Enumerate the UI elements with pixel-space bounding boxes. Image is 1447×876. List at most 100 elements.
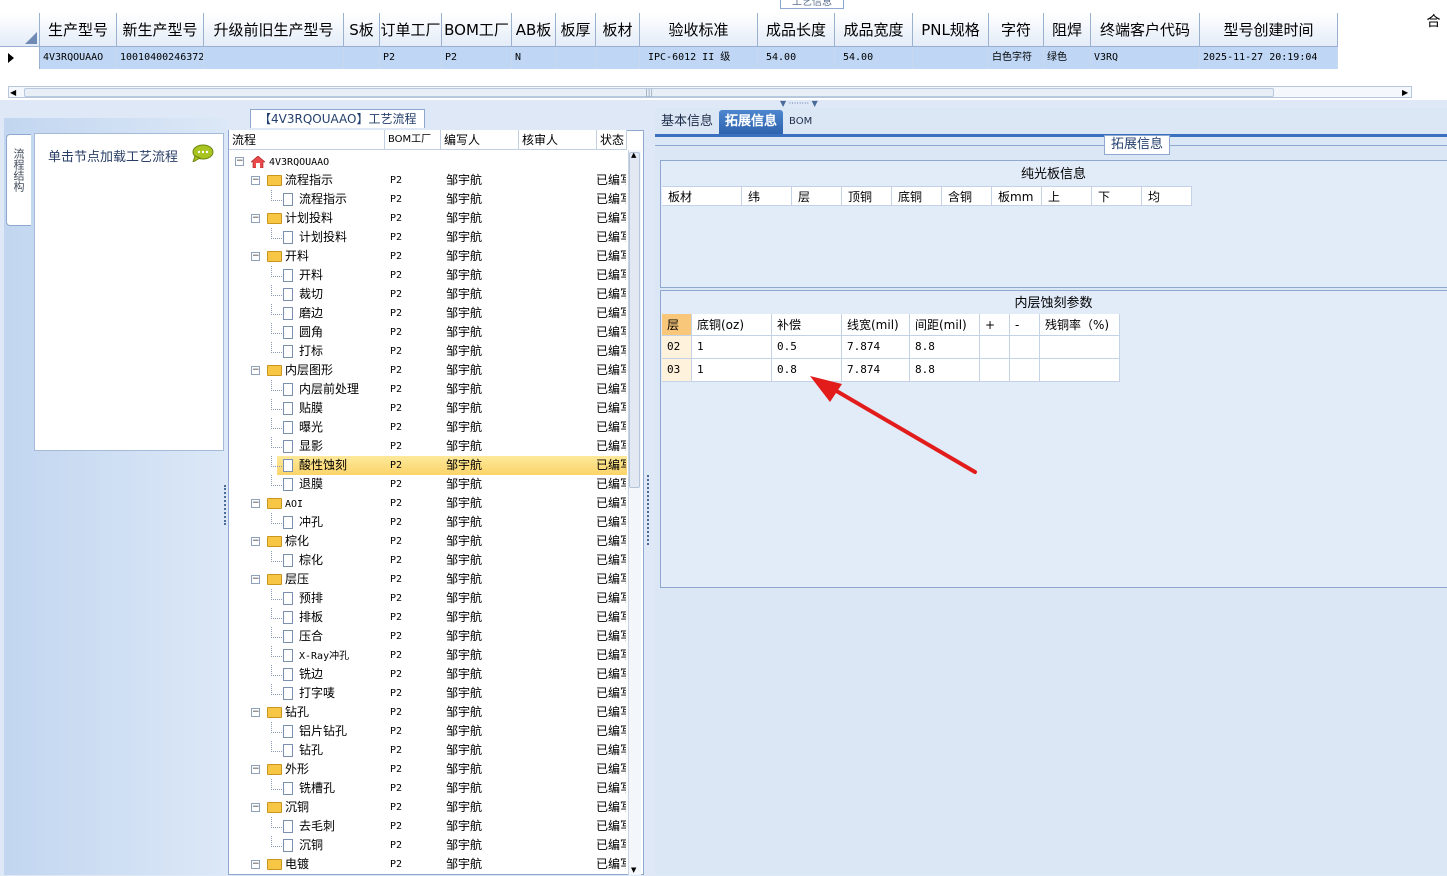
grid-cell[interactable]: 4V3RQOUAAO <box>40 47 117 69</box>
grid-cell[interactable]: 54.00 <box>835 47 913 69</box>
tree-node[interactable]: 显影 P2 邹宇航 已编写 <box>229 437 627 456</box>
collapse-icon[interactable]: − <box>235 157 244 166</box>
collapse-icon[interactable]: − <box>251 537 260 546</box>
grid-cell[interactable]: 2025-11-27 20:19:04 <box>1200 47 1338 69</box>
collapse-icon[interactable]: − <box>251 803 260 812</box>
grid-cell[interactable] <box>204 47 344 69</box>
inner-etch-cell[interactable]: 7.874 <box>842 336 910 359</box>
inner-etch-cell[interactable] <box>980 336 1010 359</box>
inner-etch-cell[interactable] <box>1010 359 1040 382</box>
inner-etch-column[interactable]: 底铜(oz) <box>692 314 772 336</box>
tree-node[interactable]: 磨边 P2 邹宇航 已编写 <box>229 304 627 323</box>
tree-column-header[interactable]: 流程 <box>229 130 385 150</box>
tree-node[interactable]: − 流程指示 P2 邹宇航 已编写 <box>229 171 627 190</box>
horizontal-splitter[interactable] <box>0 100 1447 108</box>
tree-node[interactable]: − AOI P2 邹宇航 已编写 <box>229 494 627 513</box>
tree-node[interactable]: 预排 P2 邹宇航 已编写 <box>229 589 627 608</box>
tab-2[interactable]: BOM <box>783 110 818 134</box>
grid-cell[interactable]: P2 <box>442 47 512 69</box>
tree-node[interactable]: − 棕化 P2 邹宇航 已编写 <box>229 532 627 551</box>
tree-node[interactable]: 排板 P2 邹宇航 已编写 <box>229 608 627 627</box>
column-header[interactable]: 订单工厂 <box>380 13 442 47</box>
tree-column-header[interactable]: BOM工厂 <box>385 130 441 150</box>
tree-column-header[interactable]: 核审人 <box>519 130 597 150</box>
tab-0[interactable]: 基本信息 <box>655 110 719 134</box>
grid-cell[interactable]: 10010400246372 <box>117 47 204 69</box>
inner-etch-column[interactable]: 补偿 <box>772 314 842 336</box>
column-header[interactable]: 型号创建时间 <box>1200 13 1338 47</box>
tree-node[interactable]: 打标 P2 邹宇航 已编写 <box>229 342 627 361</box>
column-header[interactable]: 成品宽度 <box>835 13 913 47</box>
pure-board-column[interactable]: 顶铜 <box>842 186 892 206</box>
tree-node[interactable]: 裁切 P2 邹宇航 已编写 <box>229 285 627 304</box>
pure-board-column[interactable]: 均 <box>1142 186 1192 206</box>
grid-cell[interactable]: 绿色 <box>1044 47 1091 69</box>
tree-node[interactable]: − 外形 P2 邹宇航 已编写 <box>229 760 627 779</box>
scroll-up-arrow-icon[interactable]: ▲ <box>631 151 636 159</box>
pure-board-column[interactable]: 板mm <box>992 186 1042 206</box>
column-header[interactable]: AB板 <box>512 13 556 47</box>
tree-node[interactable]: − 沉铜 P2 邹宇航 已编写 <box>229 798 627 817</box>
tree-root[interactable]: − 4V3RQOUAAO <box>229 152 627 171</box>
column-header[interactable]: PNL规格 <box>913 13 989 47</box>
collapse-icon[interactable]: − <box>251 860 260 869</box>
pure-board-column[interactable]: 底铜 <box>892 186 942 206</box>
inner-etch-column[interactable]: - <box>1010 314 1040 336</box>
inner-etch-column[interactable]: 层 <box>662 314 692 336</box>
column-header[interactable]: 板厚 <box>556 13 596 47</box>
tree-column-header[interactable]: 编写人 <box>441 130 519 150</box>
column-header[interactable]: 新生产型号 <box>117 13 204 47</box>
tree-node[interactable]: 退膜 P2 邹宇航 已编写 <box>229 475 627 494</box>
scroll-down-arrow-icon[interactable]: ▼ <box>631 866 636 874</box>
tree-column-header[interactable]: 状态 <box>597 130 627 150</box>
grid-cell[interactable]: IPC-6012 II 级 <box>640 47 758 69</box>
tree-node[interactable]: − 计划投料 P2 邹宇航 已编写 <box>229 209 627 228</box>
grid-cell[interactable] <box>913 47 989 69</box>
column-header[interactable]: 阻焊 <box>1044 13 1091 47</box>
tree-node[interactable]: − 电镀 P2 邹宇航 已编写 <box>229 855 627 874</box>
tree-node[interactable]: 沉铜 P2 邹宇航 已编写 <box>229 836 627 855</box>
inner-etch-cell[interactable] <box>980 359 1010 382</box>
inner-etch-cell[interactable]: 1 <box>692 336 772 359</box>
tree-node[interactable]: 压合 P2 邹宇航 已编写 <box>229 627 627 646</box>
pure-board-column[interactable]: 含铜 <box>942 186 992 206</box>
inner-etch-cell[interactable]: 03 <box>662 359 692 382</box>
column-header[interactable]: 字符 <box>989 13 1044 47</box>
inner-etch-column[interactable]: 线宽(mil) <box>842 314 910 336</box>
column-header[interactable]: 板材 <box>596 13 640 47</box>
grid-cell[interactable] <box>344 47 380 69</box>
inner-etch-column[interactable]: 残铜率（%) <box>1040 314 1120 336</box>
inner-etch-cell[interactable]: 8.8 <box>910 336 980 359</box>
column-header[interactable]: 成品长度 <box>758 13 835 47</box>
column-header[interactable]: 验收标准 <box>640 13 758 47</box>
pure-board-column[interactable]: 层 <box>792 186 842 206</box>
column-header[interactable]: 终端客户代码 <box>1091 13 1200 47</box>
column-header[interactable]: 生产型号 <box>40 13 117 47</box>
collapse-icon[interactable]: − <box>251 765 260 774</box>
grid-cell[interactable]: 54.00 <box>758 47 835 69</box>
grid-cell[interactable]: 白色字符 <box>989 47 1044 69</box>
collapse-icon[interactable]: − <box>251 176 260 185</box>
column-header[interactable]: S板 <box>344 13 380 47</box>
grid-cell[interactable] <box>596 47 640 69</box>
load-hint-text[interactable]: 单击节点加载工艺流程 <box>48 146 178 165</box>
inner-etch-cell[interactable] <box>1040 336 1120 359</box>
scroll-right-arrow-icon[interactable]: ▶ <box>1402 88 1408 97</box>
inner-etch-row[interactable]: 02 1 0.5 7.874 8.8 <box>662 336 1120 359</box>
collapse-icon[interactable]: − <box>251 708 260 717</box>
grid-cell[interactable]: N <box>512 47 556 69</box>
tree-node[interactable]: 曝光 P2 邹宇航 已编写 <box>229 418 627 437</box>
tree-node[interactable]: − 内层图形 P2 邹宇航 已编写 <box>229 361 627 380</box>
scroll-left-arrow-icon[interactable]: ◀ <box>10 88 16 97</box>
tree-node[interactable]: X-Ray冲孔 P2 邹宇航 已编写 <box>229 646 627 665</box>
tree-node[interactable]: 计划投料 P2 邹宇航 已编写 <box>229 228 627 247</box>
tree-node[interactable]: 钻孔 P2 邹宇航 已编写 <box>229 741 627 760</box>
tree-node[interactable]: 开料 P2 邹宇航 已编写 <box>229 266 627 285</box>
inner-etch-cell[interactable]: 1 <box>692 359 772 382</box>
grid-cell[interactable]: V3RQ <box>1091 47 1200 69</box>
tree-node[interactable]: 酸性蚀刻 P2 邹宇航 已编写 <box>229 456 627 475</box>
inner-etch-cell[interactable] <box>1010 336 1040 359</box>
tree-node[interactable]: − 层压 P2 邹宇航 已编写 <box>229 570 627 589</box>
tree-node[interactable]: 贴膜 P2 邹宇航 已编写 <box>229 399 627 418</box>
tree-node[interactable]: 棕化 P2 邹宇航 已编写 <box>229 551 627 570</box>
